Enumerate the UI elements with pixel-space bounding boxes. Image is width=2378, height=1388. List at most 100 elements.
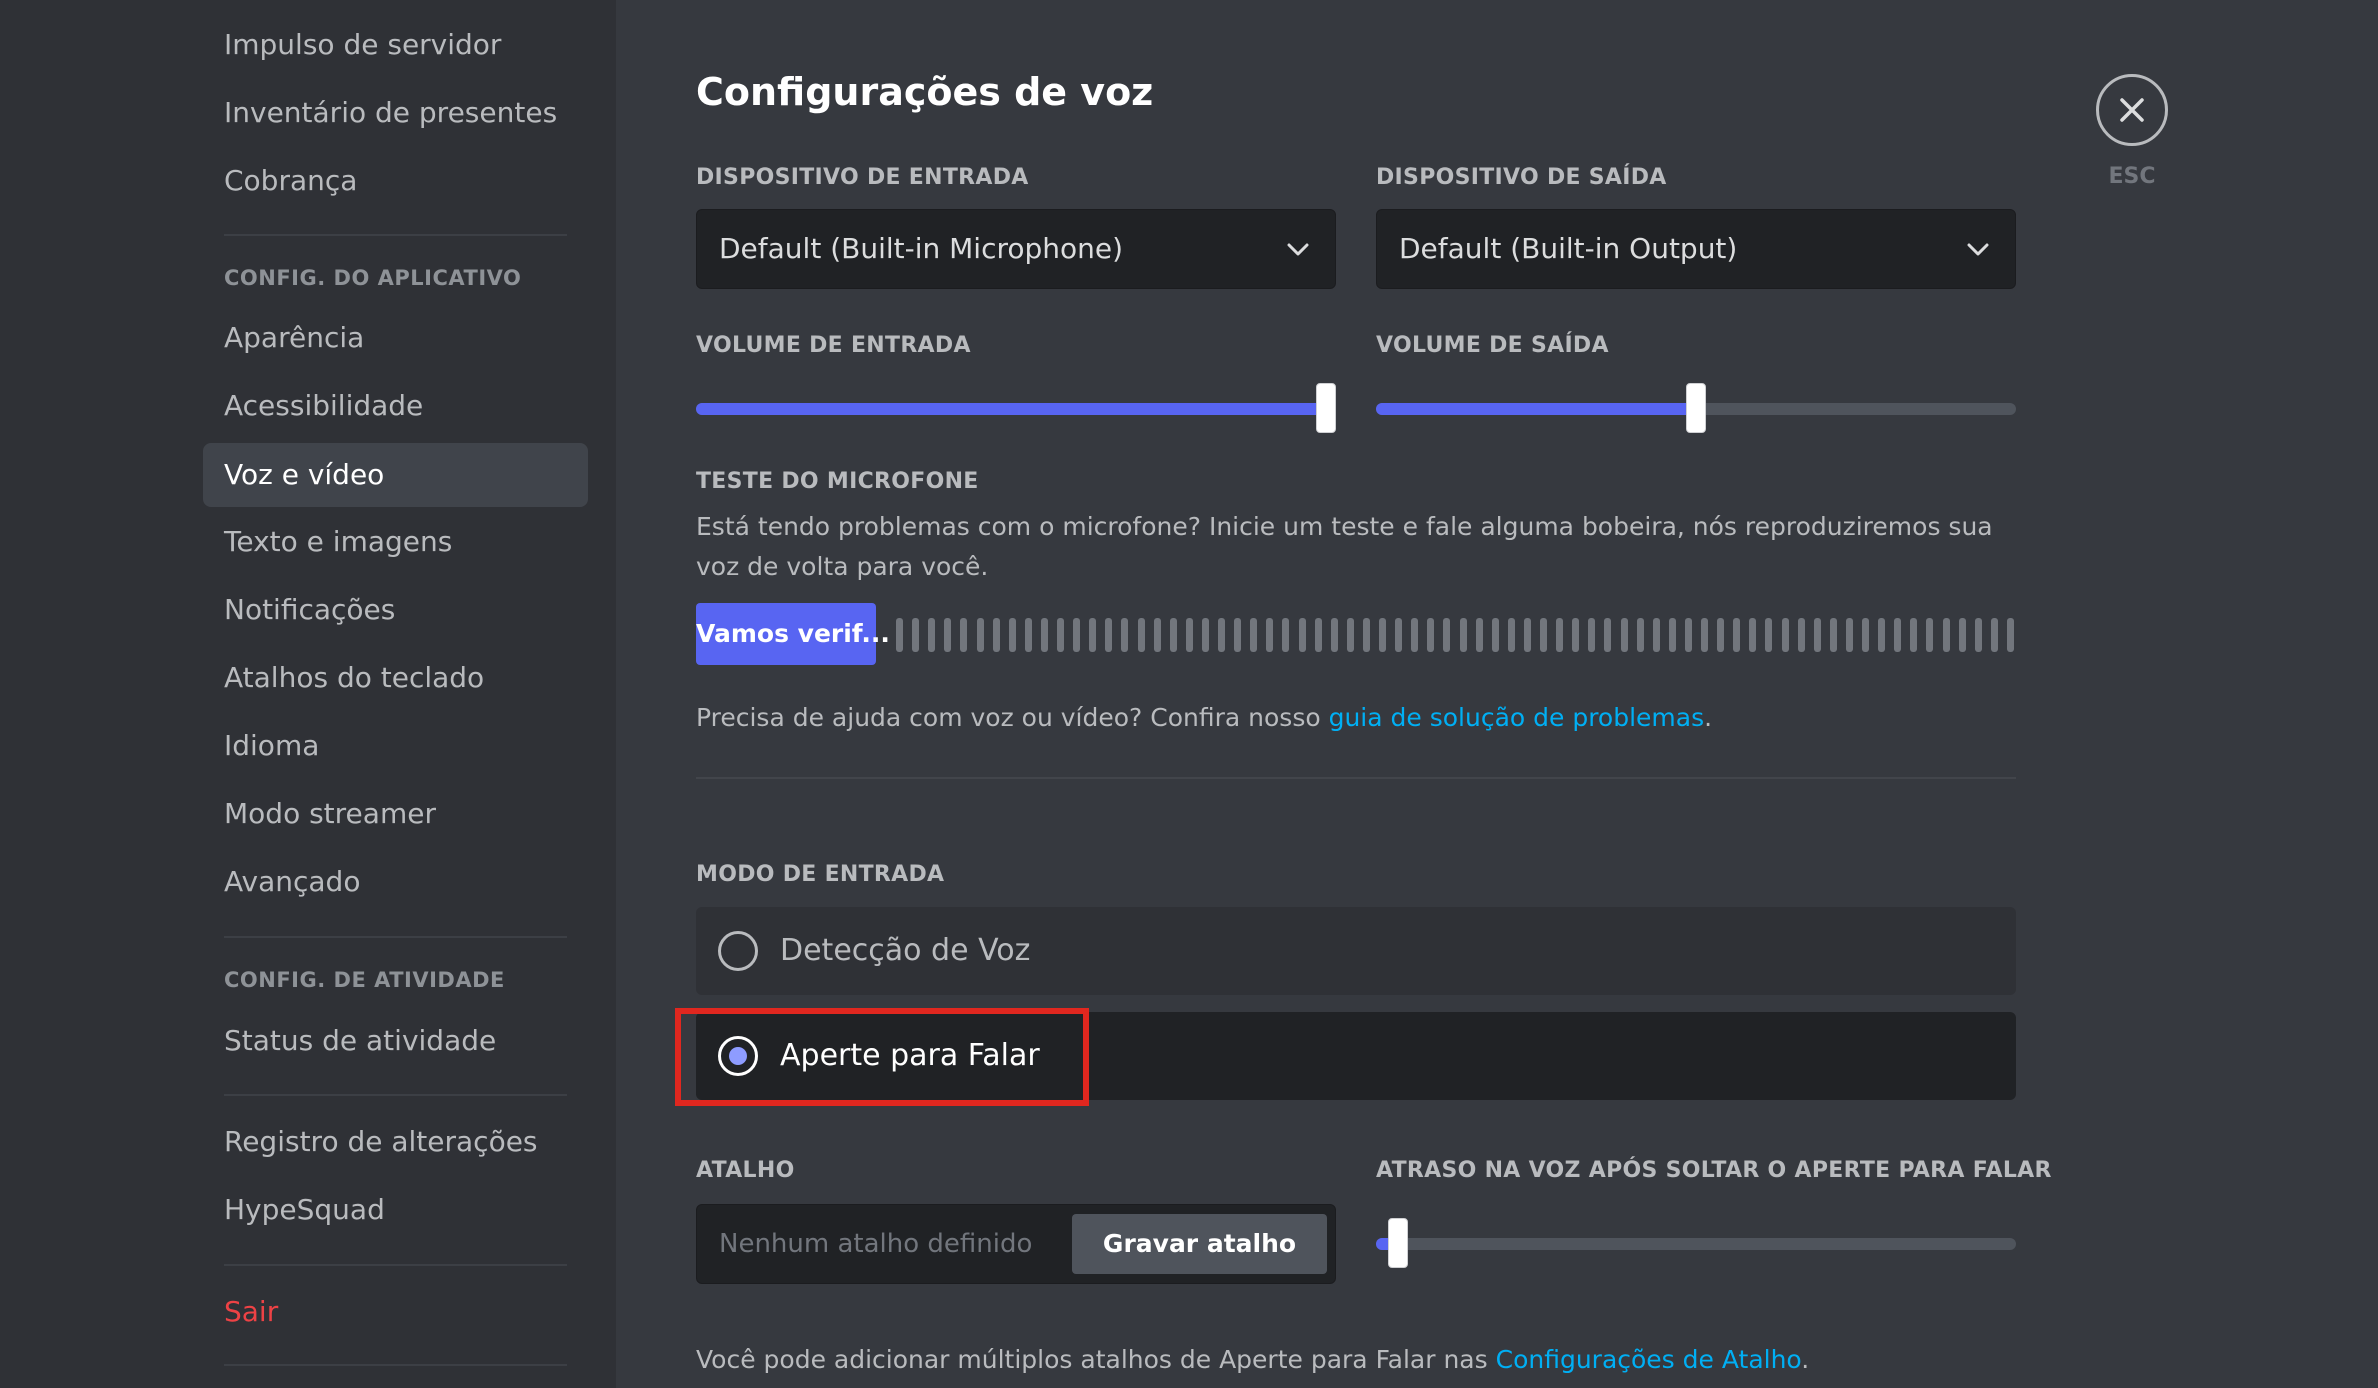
mic-level-bar: [1266, 618, 1273, 652]
mic-level-bar: [1830, 618, 1837, 652]
sidebar-item-logout[interactable]: Sair: [203, 1280, 588, 1344]
input-volume-fill: [696, 403, 1326, 415]
sidebar-item-keybinds[interactable]: Atalhos do teclado: [203, 646, 588, 710]
mic-level-bar: [1685, 618, 1692, 652]
radio-button[interactable]: [718, 931, 758, 971]
sidebar-item-appearance[interactable]: Aparência: [203, 306, 588, 370]
output-volume-label: VOLUME DE SAÍDA: [1376, 333, 1609, 358]
mic-level-bar: [1363, 618, 1370, 652]
mic-level-bar: [912, 618, 919, 652]
mic-test-description: Está tendo problemas com o microfone? In…: [696, 512, 1993, 581]
sidebar-item-changelog[interactable]: Registro de alterações: [203, 1110, 588, 1174]
mic-level-bar: [1331, 618, 1338, 652]
mic-level-bar: [1347, 618, 1354, 652]
shortcut-footer-suffix: .: [1801, 1345, 1810, 1374]
output-volume-slider[interactable]: [1376, 383, 2016, 433]
sidebar-item-language[interactable]: Idioma: [203, 714, 588, 778]
record-shortcut-button[interactable]: Gravar atalho: [1072, 1214, 1327, 1274]
mic-level-bar: [928, 618, 935, 652]
input-volume-label: VOLUME DE ENTRADA: [696, 333, 971, 358]
mic-level-bar: [1299, 618, 1306, 652]
mic-level-bar: [977, 618, 984, 652]
mic-test-button[interactable]: Vamos verif...: [696, 603, 890, 665]
mic-level-bar: [1798, 618, 1805, 652]
mic-level-bar: [1959, 618, 1966, 652]
sidebar-item-gift-inventory[interactable]: Inventário de presentes: [203, 81, 588, 145]
sidebar-item-text-images[interactable]: Texto e imagens: [203, 510, 588, 574]
output-device-value: Default (Built-in Output): [1399, 232, 1738, 265]
sidebar-item-server-boost[interactable]: Impulso de servidor: [203, 13, 588, 77]
mic-level-bar: [1782, 618, 1789, 652]
sidebar-item-billing[interactable]: Cobrança: [203, 149, 588, 213]
mic-level-bar: [1910, 618, 1917, 652]
sidebar-header-activity-settings: CONFIG. DE ATIVIDADE: [224, 968, 505, 992]
troubleshoot-link[interactable]: guia de solução de problemas: [1329, 703, 1705, 732]
input-device-label: DISPOSITIVO DE ENTRADA: [696, 165, 1029, 190]
mic-level-bar: [1041, 618, 1048, 652]
radio-label: Detecção de Voz: [780, 933, 1031, 968]
mic-level-bar: [1878, 618, 1885, 652]
sidebar-item-notifications[interactable]: Notificações: [203, 578, 588, 642]
sidebar-separator: [224, 1264, 567, 1266]
mic-level-bar: [1202, 618, 1209, 652]
mic-level-bar: [1186, 618, 1193, 652]
ptt-delay-handle[interactable]: [1388, 1218, 1408, 1268]
output-volume-handle[interactable]: [1686, 383, 1706, 433]
close-button[interactable]: [2096, 74, 2168, 146]
keybind-settings-link[interactable]: Configurações de Atalho: [1496, 1345, 1802, 1374]
mic-level-bar: [1556, 618, 1563, 652]
sidebar-separator: [224, 936, 567, 938]
mic-level-bar: [1943, 618, 1950, 652]
input-device-select[interactable]: Default (Built-in Microphone): [696, 209, 1336, 289]
sidebar-item-voice-video[interactable]: Voz e vídeo: [203, 443, 588, 507]
mic-level-bar: [2007, 618, 2014, 652]
mic-level-bar: [1765, 618, 1772, 652]
mic-level-bar: [1025, 618, 1032, 652]
mic-level-bar: [1443, 618, 1450, 652]
ptt-delay-label: ATRASO NA VOZ APÓS SOLTAR O APERTE PARA …: [1376, 1158, 2052, 1183]
mic-level-bar: [1073, 618, 1080, 652]
chevron-down-icon: [1287, 243, 1309, 256]
input-mode-voice-activity[interactable]: Detecção de Voz: [696, 907, 2016, 995]
sidebar-item-activity-status[interactable]: Status de atividade: [203, 1009, 588, 1073]
ptt-delay-slider[interactable]: [1376, 1218, 2016, 1268]
sidebar-separator: [224, 1364, 567, 1366]
mic-level-bar: [1846, 618, 1853, 652]
mic-level-bar: [1814, 618, 1821, 652]
mic-level-bar: [1089, 618, 1096, 652]
mic-level-bar: [1218, 618, 1225, 652]
sidebar-item-hypesquad[interactable]: HypeSquad: [203, 1178, 588, 1242]
mic-level-bar: [1717, 618, 1724, 652]
mic-level-bar: [1862, 618, 1869, 652]
input-volume-slider[interactable]: [696, 383, 1336, 433]
sidebar-item-streamer-mode[interactable]: Modo streamer: [203, 782, 588, 846]
mic-test-label: TESTE DO MICROFONE: [696, 469, 979, 494]
settings-window: Impulso de servidor Inventário de presen…: [0, 0, 2378, 1388]
shortcut-footer-prefix: Você pode adicionar múltiplos atalhos de…: [696, 1345, 1496, 1374]
mic-level-bar: [1282, 618, 1289, 652]
sidebar-item-advanced[interactable]: Avançado: [203, 850, 588, 914]
mic-level-bar: [993, 618, 1000, 652]
mic-level-bar: [1009, 618, 1016, 652]
mic-level-bar: [1508, 618, 1515, 652]
mic-level-bar: [1315, 618, 1322, 652]
mic-level-bar: [1460, 618, 1467, 652]
page-title: Configurações de voz: [696, 70, 1154, 114]
voice-settings-content: Configurações de voz ESC DISPOSITIVO DE …: [616, 0, 2378, 1388]
settings-sidebar: Impulso de servidor Inventário de presen…: [0, 0, 616, 1388]
close-label: ESC: [2108, 164, 2156, 189]
mic-level-bar: [1121, 618, 1128, 652]
shortcut-placeholder: Nenhum atalho definido: [719, 1229, 1033, 1259]
sidebar-item-accessibility[interactable]: Acessibilidade: [203, 374, 588, 438]
close-area: ESC: [2096, 74, 2168, 189]
mic-level-bar: [1476, 618, 1483, 652]
input-volume-handle[interactable]: [1316, 383, 1336, 433]
mic-level-bar: [1749, 618, 1756, 652]
close-icon: [2120, 98, 2144, 122]
troubleshoot-suffix: .: [1704, 703, 1713, 732]
mic-level-bar: [1669, 618, 1676, 652]
output-device-select[interactable]: Default (Built-in Output): [1376, 209, 2016, 289]
mic-level-meter: [896, 618, 2026, 652]
mic-level-bar: [1250, 618, 1257, 652]
shortcut-recorder[interactable]: Nenhum atalho definido Gravar atalho: [696, 1204, 1336, 1284]
